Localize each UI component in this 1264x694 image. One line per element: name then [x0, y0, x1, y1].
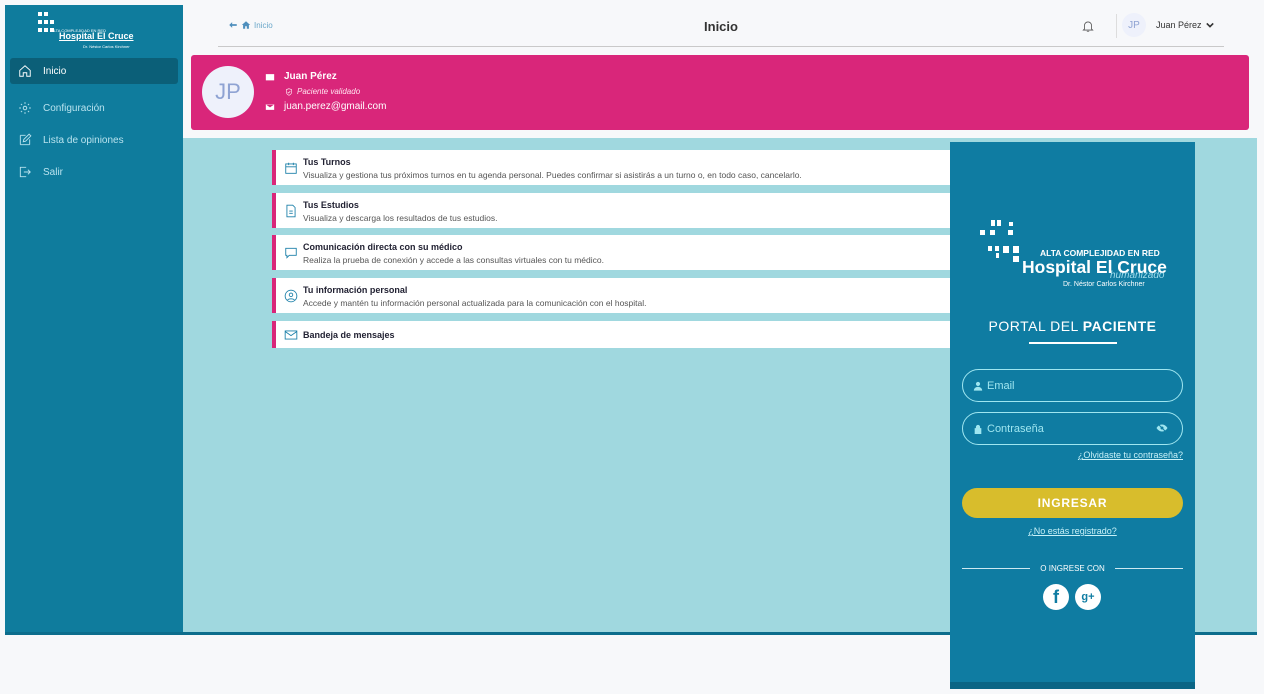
avatar: JP: [1122, 13, 1146, 37]
menu-item-title: Tu información personal: [303, 285, 408, 295]
forgot-password-link[interactable]: ¿Olvidaste tu contraseña?: [1078, 450, 1183, 460]
sidebar-item-label: Inicio: [43, 65, 67, 77]
avatar: JP: [202, 66, 254, 118]
menu-item-description: Visualiza y descarga los resultados de t…: [303, 213, 498, 223]
patient-status: Paciente validado: [297, 87, 361, 96]
eye-off-icon[interactable]: [1156, 422, 1168, 434]
menu-item-description: Visualiza y gestiona tus próximos turnos…: [303, 170, 802, 180]
document-icon: [286, 204, 296, 217]
hospital-logo[interactable]: ALTA COMPLEJIDAD EN RED Hospital El Cruc…: [37, 11, 149, 51]
menu-item-estudios[interactable]: Tus Estudios Visualiza y descarga los re…: [272, 193, 952, 228]
sidebar-item-label: Configuración: [43, 102, 105, 114]
menu-item-title: Comunicación directa con su médico: [303, 242, 463, 252]
menu-item-description: Accede y mantén tu información personal …: [303, 298, 647, 308]
sidebar-item-opiniones[interactable]: Lista de opiniones: [10, 127, 178, 153]
google-plus-login-button[interactable]: g+: [1075, 584, 1101, 610]
patient-name: Juan Pérez: [284, 71, 337, 82]
sidebar: ALTA COMPLEJIDAD EN RED Hospital El Cruc…: [5, 5, 183, 633]
breadcrumb-label: Inicio: [254, 20, 273, 30]
or-label: O INGRESE CON: [1040, 564, 1105, 573]
header-divider: [1116, 14, 1117, 38]
logo-name: Hospital El Cruce: [59, 31, 134, 41]
mail-icon: [265, 103, 275, 110]
user-circle-icon: [284, 289, 298, 302]
login-panel-footer: [950, 682, 1195, 689]
edit-icon: [19, 133, 32, 146]
patient-email: juan.perez@gmail.com: [284, 101, 387, 112]
title-underline: [1029, 342, 1117, 344]
email-field[interactable]: [962, 369, 1183, 402]
chevron-down-icon: [1205, 22, 1214, 28]
patient-status-row: Paciente validado: [285, 87, 360, 96]
home-icon: [241, 21, 251, 29]
gear-icon: [19, 102, 31, 114]
sidebar-item-label: Salir: [43, 166, 64, 178]
chat-icon: [285, 247, 297, 259]
login-panel: ALTA COMPLEJIDAD EN RED Hospital El Cruc…: [950, 142, 1195, 689]
portal-title: PORTAL DEL PACIENTE: [950, 318, 1195, 334]
bell-icon: [1082, 21, 1094, 32]
sidebar-item-inicio[interactable]: Inicio: [10, 58, 178, 84]
menu-item-turnos[interactable]: Tus Turnos Visualiza y gestiona tus próx…: [272, 150, 952, 185]
patient-email-row: juan.perez@gmail.com: [265, 101, 386, 112]
mail-icon: [284, 329, 298, 340]
notifications-button[interactable]: [1081, 18, 1095, 34]
or-divider: O INGRESE CON: [962, 564, 1184, 573]
email-input[interactable]: [987, 379, 1147, 392]
login-button[interactable]: INGRESAR: [962, 488, 1183, 518]
portal-title-bold: PACIENTE: [1082, 318, 1157, 334]
user-name: Juan Pérez: [1156, 20, 1202, 30]
calendar-icon: [285, 162, 297, 174]
logo-doctor: Dr. Néstor Carlos Kirchner: [83, 44, 130, 49]
menu-item-title: Tus Turnos: [303, 157, 351, 167]
shield-check-icon: [286, 87, 292, 96]
lock-icon: [974, 424, 982, 434]
top-header: Inicio Inicio JP Juan Pérez: [218, 6, 1224, 47]
menu-item-description: Realiza la prueba de conexión y accede a…: [303, 255, 604, 265]
menu-item-comunicacion[interactable]: Comunicación directa con su médico Reali…: [272, 235, 952, 270]
google-plus-icon: g+: [1081, 591, 1095, 603]
hospital-logo: ALTA COMPLEJIDAD EN RED Hospital El Cruc…: [980, 216, 1190, 296]
arrow-left-icon: [229, 22, 237, 28]
menu-item-mensajes[interactable]: Bandeja de mensajes: [272, 321, 952, 348]
logout-icon: [19, 166, 31, 178]
id-card-icon: [265, 73, 275, 80]
register-link[interactable]: ¿No estás registrado?: [950, 526, 1195, 536]
password-input[interactable]: [987, 422, 1147, 435]
patient-banner: JP Juan Pérez Paciente validado juan.per…: [191, 55, 1249, 130]
portal-title-prefix: PORTAL DEL: [988, 318, 1079, 334]
sidebar-item-label: Lista de opiniones: [43, 134, 124, 146]
menu-item-title: Tus Estudios: [303, 200, 359, 210]
patient-name-row: Juan Pérez: [265, 71, 337, 82]
sidebar-item-salir[interactable]: Salir: [10, 159, 178, 185]
breadcrumb[interactable]: Inicio: [228, 20, 273, 30]
user-icon: [973, 381, 983, 391]
logo-humanizado: humanizado: [1110, 270, 1165, 281]
user-menu[interactable]: JP Juan Pérez: [1122, 13, 1214, 37]
page-title: Inicio: [704, 19, 738, 34]
home-icon: [19, 65, 31, 77]
menu-item-informacion[interactable]: Tu información personal Accede y mantén …: [272, 278, 952, 313]
menu-item-title: Bandeja de mensajes: [303, 330, 395, 340]
facebook-icon: f: [1053, 586, 1059, 607]
logo-doctor: Dr. Néstor Carlos Kirchner: [1063, 281, 1145, 288]
sidebar-item-configuracion[interactable]: Configuración: [10, 95, 178, 121]
password-field[interactable]: [962, 412, 1183, 445]
facebook-login-button[interactable]: f: [1043, 584, 1069, 610]
